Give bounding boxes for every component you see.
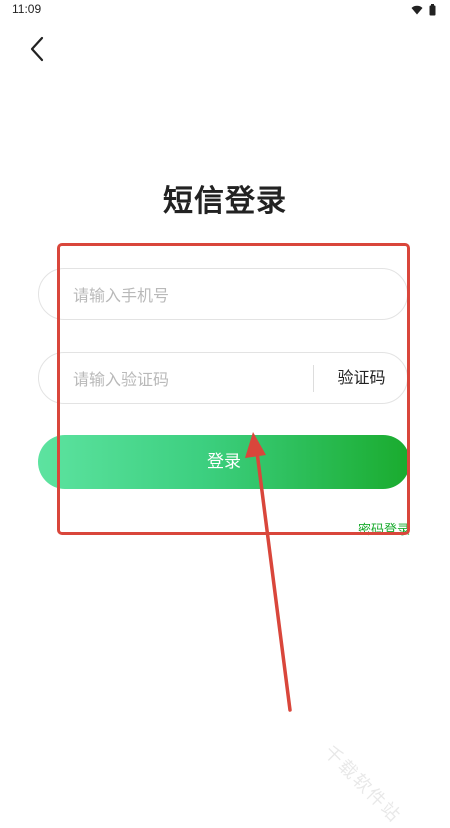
code-field[interactable]: 验证码 bbox=[38, 352, 409, 405]
annotation-arrow-line bbox=[255, 450, 292, 712]
watermark: 千载软件站 bbox=[319, 741, 406, 828]
get-code-button[interactable]: 验证码 bbox=[314, 353, 409, 403]
phone-field[interactable] bbox=[38, 268, 408, 321]
chevron-left-icon bbox=[30, 36, 44, 62]
battery-icon bbox=[429, 4, 436, 16]
phone-input[interactable] bbox=[71, 269, 395, 321]
page-title: 短信登录 bbox=[163, 184, 287, 219]
status-time: 11:09 bbox=[12, 2, 42, 16]
status-icons bbox=[411, 4, 436, 16]
code-input[interactable] bbox=[71, 353, 305, 405]
wifi-icon bbox=[411, 5, 423, 15]
password-login-link[interactable]: 密码登录 bbox=[358, 519, 410, 538]
back-button[interactable] bbox=[20, 32, 54, 66]
login-button[interactable]: 登录 bbox=[38, 435, 410, 489]
status-bar: 11:09 bbox=[0, 0, 450, 22]
